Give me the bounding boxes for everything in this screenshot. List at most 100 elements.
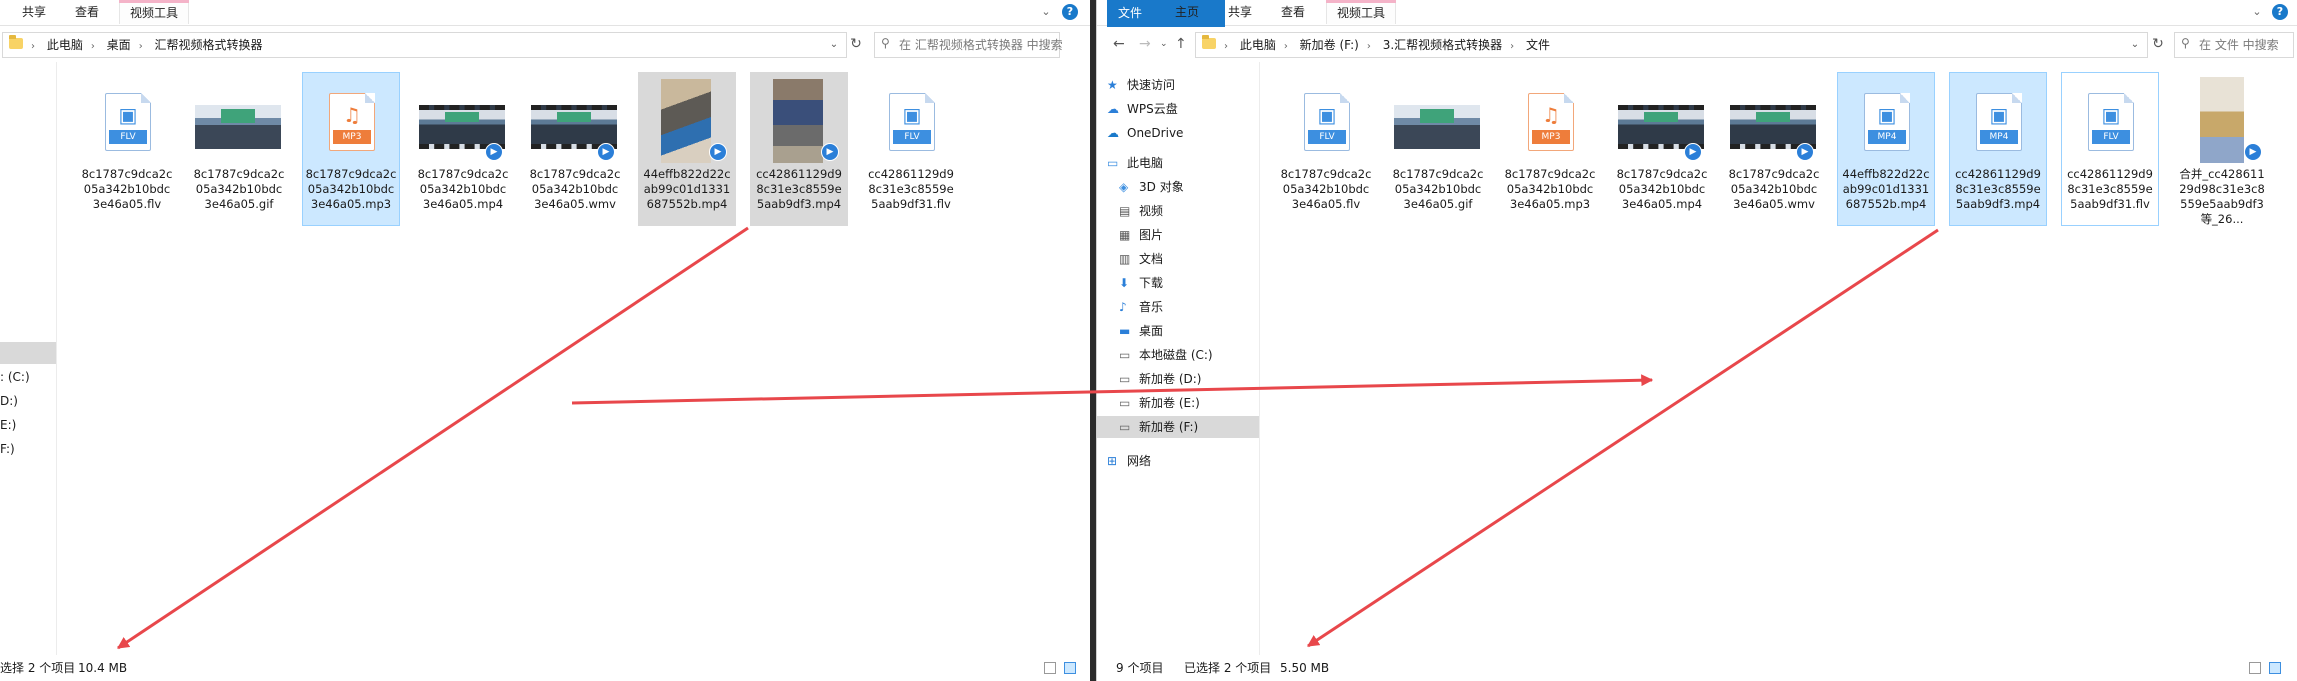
address-bar[interactable]: › 此电脑 › 新加卷 (F:) › 3.汇帮视频格式转换器 › 文件 ⌄ bbox=[1195, 32, 2148, 58]
ribbon: 共享 查看 视频工具 ⌄ ? bbox=[0, 0, 1090, 26]
mp3-file-icon: ♫ MP3 bbox=[329, 93, 375, 151]
breadcrumb-item[interactable]: 汇帮视频格式转换器 bbox=[155, 38, 263, 52]
file-item[interactable]: 8c1787c9dca2c05a342b10bdc3e46a05.gif bbox=[1389, 72, 1487, 226]
recent-locations-icon[interactable]: ⌄ bbox=[1160, 39, 1168, 49]
file-item[interactable]: ▣ MP4 cc42861129d98c31e3c8559e5aab9df3.mp4 bbox=[1949, 72, 2047, 226]
file-item[interactable]: ▶ 44effb822d22cab99c01d1331687552b.mp4 bbox=[638, 72, 736, 226]
explorer-window-left: 共享 查看 视频工具 ⌄ ? › 此电脑 › 桌面 › 汇帮视频格式转换器 ⌄ ↻ … bbox=[0, 0, 1090, 681]
file-item[interactable]: ▶ 8c1787c9dca2c05a342b10bdc3e46a05.wmv bbox=[1725, 72, 1823, 226]
search-box[interactable]: ⚲ 在 汇帮视频格式转换器 中搜索 bbox=[874, 32, 1063, 58]
status-bar: 9 个项目 已选择 2 个项目 5.50 MB bbox=[1097, 655, 2297, 681]
nav-item[interactable]: ▥ 文档 bbox=[1097, 248, 1259, 270]
breadcrumb: › 此电脑 › 新加卷 (F:) › 3.汇帮视频格式转换器 › 文件 bbox=[1224, 33, 1550, 57]
music-icon: ♪ bbox=[1119, 300, 1127, 314]
tab-share[interactable]: 共享 bbox=[1218, 2, 1262, 23]
file-thumbnail bbox=[195, 77, 281, 163]
forward-arrow-icon[interactable]: → bbox=[1139, 36, 1151, 52]
breadcrumb-expand[interactable]: › bbox=[1224, 41, 1236, 52]
file-item[interactable]: ▣ FLV cc42861129d98c31e3c8559e5aab9df31.fl… bbox=[2061, 72, 2159, 226]
nav-item[interactable]: ▦ 图片 bbox=[1097, 224, 1259, 246]
help-icon[interactable]: ? bbox=[1062, 4, 1078, 20]
nav-item[interactable]: ☁ WPS云盘 bbox=[1097, 98, 1259, 120]
nav-item[interactable]: ⬇ 下载 bbox=[1097, 272, 1259, 294]
refresh-icon[interactable]: ↻ bbox=[847, 32, 865, 56]
breadcrumb-item[interactable]: 此电脑 bbox=[47, 38, 83, 52]
refresh-icon[interactable]: ↻ bbox=[2149, 32, 2167, 56]
desktop-icon: ▬ bbox=[1119, 324, 1131, 338]
address-dropdown-icon[interactable]: ⌄ bbox=[2127, 33, 2143, 57]
file-item[interactable]: ♫ MP3 8c1787c9dca2c05a342b10bdc3e46a05.mp3 bbox=[302, 72, 400, 226]
tab-home[interactable]: 主页 bbox=[1165, 2, 1209, 23]
help-icon[interactable]: ? bbox=[2272, 4, 2288, 20]
nav-item[interactable]: ▬ 桌面 bbox=[1097, 320, 1259, 342]
nav-item-label: 新加卷 (E:) bbox=[1139, 396, 1200, 410]
search-box[interactable]: ⚲ 在 文件 中搜索 bbox=[2174, 32, 2294, 58]
file-item[interactable]: ▶ 8c1787c9dca2c05a342b10bdc3e46a05.mp4 bbox=[1613, 72, 1711, 226]
ribbon-collapse-icon[interactable]: ⌄ bbox=[1038, 4, 1054, 20]
tab-share[interactable]: 共享 bbox=[12, 2, 56, 23]
nav-item[interactable]: ▭ 新加卷 (D:) bbox=[1097, 368, 1259, 390]
file-item[interactable]: ▣ FLV 8c1787c9dca2c05a342b10bdc3e46a05.flv bbox=[78, 72, 176, 226]
breadcrumb-item[interactable]: 此电脑 bbox=[1240, 38, 1276, 52]
file-item[interactable]: ▣ MP4 44effb822d22cab99c01d1331687552b.mp4 bbox=[1837, 72, 1935, 226]
file-item[interactable]: ▶ 8c1787c9dca2c05a342b10bdc3e46a05.mp4 bbox=[414, 72, 512, 226]
details-view-icon[interactable] bbox=[1044, 662, 1056, 674]
tab-video-tools[interactable]: 视频工具 bbox=[1326, 0, 1397, 24]
mp4-file-icon: ▣ MP4 bbox=[1864, 93, 1910, 151]
tab-video-tools[interactable]: 视频工具 bbox=[119, 0, 190, 24]
breadcrumb-separator-icon[interactable]: › bbox=[83, 41, 103, 52]
breadcrumb-item[interactable]: 3.汇帮视频格式转换器 bbox=[1383, 38, 1502, 52]
gif-thumbnail bbox=[195, 105, 281, 149]
ribbon: 文件 主页 共享 查看 视频工具 ⌄ ? bbox=[1097, 0, 2297, 27]
address-dropdown-icon[interactable]: ⌄ bbox=[826, 33, 842, 57]
selection-count: 已选择 2 个项目 bbox=[1184, 661, 1272, 675]
gif-thumbnail bbox=[1394, 105, 1480, 149]
nav-item[interactable]: ▤ 视频 bbox=[1097, 200, 1259, 222]
nav-item[interactable]: ★ 快速访问 bbox=[1097, 74, 1259, 96]
nav-item[interactable]: ▭ 此电脑 bbox=[1097, 152, 1259, 174]
large-icons-view-icon[interactable] bbox=[2269, 662, 2281, 674]
breadcrumb-separator-icon[interactable]: › bbox=[131, 41, 151, 52]
back-arrow-icon[interactable]: ← bbox=[1113, 36, 1125, 52]
file-name: 8c1787c9dca2c05a342b10bdc3e46a05.mp4 bbox=[1616, 167, 1708, 211]
nav-item[interactable]: ♪ 音乐 bbox=[1097, 296, 1259, 318]
media-player-icon: ▶ bbox=[485, 143, 503, 161]
drive-icon: ▭ bbox=[1119, 372, 1131, 386]
breadcrumb-item[interactable]: 文件 bbox=[1526, 38, 1550, 52]
details-view-icon[interactable] bbox=[2249, 662, 2261, 674]
file-item[interactable]: ▣ FLV 8c1787c9dca2c05a342b10bdc3e46a05.flv bbox=[1277, 72, 1375, 226]
breadcrumb-item[interactable]: 新加卷 (F:) bbox=[1300, 38, 1359, 52]
large-icons-view-icon[interactable] bbox=[1064, 662, 1076, 674]
tab-view[interactable]: 查看 bbox=[65, 2, 109, 23]
ribbon-collapse-icon[interactable]: ⌄ bbox=[2249, 4, 2265, 20]
folder-icon bbox=[9, 35, 23, 49]
file-name: 8c1787c9dca2c05a342b10bdc3e46a05.flv bbox=[81, 167, 173, 211]
nav-item-selected[interactable] bbox=[0, 342, 56, 364]
nav-item[interactable]: ▭ 新加卷 (E:) bbox=[1097, 392, 1259, 414]
file-name: 44effb822d22cab99c01d1331687552b.mp4 bbox=[643, 167, 731, 211]
breadcrumb-separator-icon[interactable]: › bbox=[1502, 41, 1522, 52]
file-item[interactable]: ▶ cc42861129d98c31e3c8559e5aab9df3.mp4 bbox=[750, 72, 848, 226]
nav-item[interactable]: ▭ 本地磁盘 (C:) bbox=[1097, 344, 1259, 366]
file-name: cc42861129d98c31e3c8559e5aab9df3.mp4 bbox=[756, 167, 842, 211]
nav-item-label: 桌面 bbox=[1139, 324, 1164, 338]
breadcrumb-separator-icon[interactable]: › bbox=[1359, 41, 1379, 52]
document-folder-icon: ▥ bbox=[1119, 252, 1131, 266]
breadcrumb-item[interactable]: 桌面 bbox=[107, 38, 131, 52]
tab-view[interactable]: 查看 bbox=[1271, 2, 1315, 23]
nav-item[interactable]: ▭ 新加卷 (F:) bbox=[1097, 416, 1259, 438]
file-item[interactable]: ▣ FLV cc42861129d98c31e3c8559e5aab9df31.fl… bbox=[862, 72, 960, 226]
file-item[interactable]: ♫ MP3 8c1787c9dca2c05a342b10bdc3e46a05.mp3 bbox=[1501, 72, 1599, 226]
file-item[interactable]: ▶ 8c1787c9dca2c05a342b10bdc3e46a05.wmv bbox=[526, 72, 624, 226]
nav-item-label: 网络 bbox=[1127, 454, 1152, 468]
up-arrow-icon[interactable]: ↑ bbox=[1175, 36, 1187, 52]
nav-item[interactable]: ☁ OneDrive bbox=[1097, 122, 1259, 144]
file-item[interactable]: 8c1787c9dca2c05a342b10bdc3e46a05.gif bbox=[190, 72, 288, 226]
breadcrumb-separator-icon[interactable]: › bbox=[1276, 41, 1296, 52]
nav-item-label: WPS云盘 bbox=[1127, 102, 1178, 116]
nav-item[interactable]: ◈ 3D 对象 bbox=[1097, 176, 1259, 198]
breadcrumb-expand[interactable]: › bbox=[31, 41, 43, 52]
address-bar[interactable]: › 此电脑 › 桌面 › 汇帮视频格式转换器 ⌄ bbox=[2, 32, 847, 58]
nav-item[interactable]: ⊞ 网络 bbox=[1097, 450, 1259, 472]
file-item[interactable]: ▶ 合并_cc42861129d98c31e3c8559e5aab9df3等_26… bbox=[2173, 72, 2271, 226]
